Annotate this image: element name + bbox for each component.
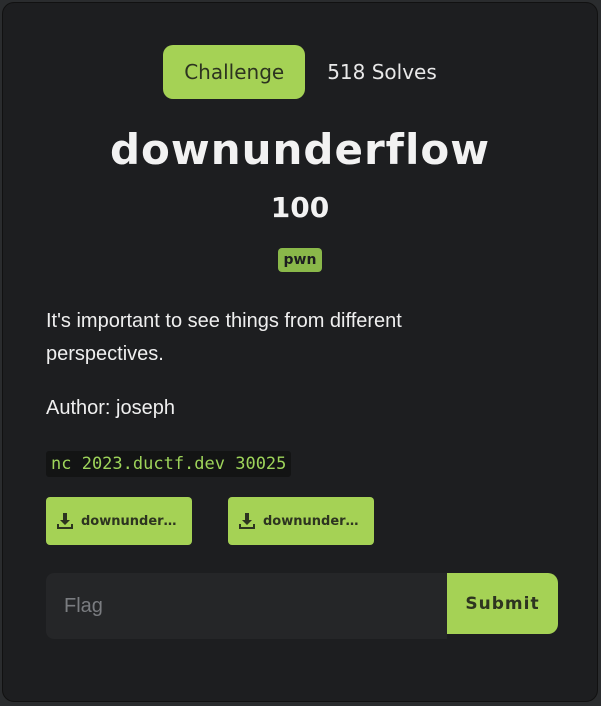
challenge-modal: Challenge 518 Solves downunderflow 100 p… bbox=[2, 2, 598, 702]
flag-form: Submit bbox=[46, 573, 558, 639]
tag-row: pwn bbox=[3, 248, 597, 272]
file-download-button[interactable]: downunderflow.c bbox=[228, 497, 374, 545]
flag-input[interactable] bbox=[46, 573, 447, 639]
file-download-label: downunderflow bbox=[81, 513, 183, 529]
challenge-author: Author: joseph bbox=[46, 397, 175, 419]
challenge-tabs: Challenge 518 Solves bbox=[3, 45, 597, 99]
download-icon bbox=[56, 512, 74, 530]
challenge-title: downunderflow bbox=[109, 125, 490, 174]
file-list: downunderflow downunderflow.c bbox=[46, 497, 374, 545]
download-icon bbox=[238, 512, 256, 530]
challenge-points: 100 bbox=[270, 191, 330, 224]
file-download-button[interactable]: downunderflow bbox=[46, 497, 192, 545]
connection-command: nc 2023.ductf.dev 30025 bbox=[46, 451, 292, 477]
tab-challenge-label: Challenge bbox=[184, 60, 285, 84]
tab-solves-label: 518 Solves bbox=[327, 60, 437, 84]
tab-solves[interactable]: 518 Solves bbox=[327, 60, 437, 84]
challenge-description: It's important to see things from differ… bbox=[46, 310, 402, 365]
tab-challenge[interactable]: Challenge bbox=[163, 45, 306, 99]
submit-button[interactable]: Submit bbox=[447, 573, 558, 634]
category-tag: pwn bbox=[277, 248, 323, 272]
file-download-label: downunderflow.c bbox=[263, 513, 365, 529]
